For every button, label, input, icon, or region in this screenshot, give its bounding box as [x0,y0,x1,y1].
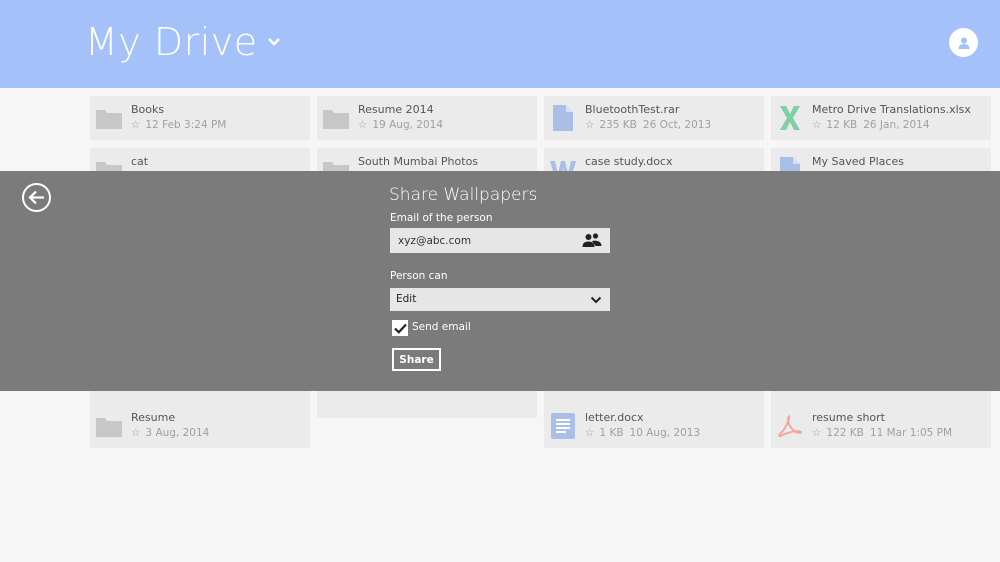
file-tile[interactable]: BluetoothTest.rar ☆ 235 KB 26 Oct, 2013 [544,96,764,140]
share-button[interactable]: Share [392,348,441,371]
file-tile[interactable]: letter.docx ☆ 1 KB 10 Aug, 2013 [544,404,764,448]
file-tile[interactable]: Resume 2014 ☆ 19 Aug, 2014 [317,96,537,140]
share-dialog: Share Wallpapers Email of the person Per… [0,171,1000,391]
file-name: South Mumbai Photos [358,155,479,168]
file-tile[interactable]: Books ☆ 12 Feb 3:24 PM [90,96,310,140]
contacts-icon[interactable] [582,232,602,248]
star-icon[interactable]: ☆ [812,427,821,439]
permission-select[interactable]: Edit [390,288,610,311]
user-icon [958,37,969,49]
file-name: Resume 2014 [358,103,434,116]
star-icon[interactable]: ☆ [812,119,821,131]
user-avatar[interactable] [949,28,978,57]
file-meta: ☆ 12 Feb 3:24 PM [131,119,227,131]
email-input[interactable] [390,228,610,253]
send-email-checkbox[interactable] [392,320,408,336]
file-name: cat [131,155,149,168]
star-icon[interactable]: ☆ [585,119,594,131]
back-arrow-icon [28,190,44,205]
file-name: resume short [812,411,885,424]
file-name: Resume [131,411,176,424]
file-meta: ☆ 3 Aug, 2014 [131,427,210,439]
permission-value: Edit [396,293,417,305]
folder-icon [96,105,122,131]
file-name: Books [131,103,165,116]
file-name: letter.docx [585,411,644,424]
folder-icon [323,105,349,131]
file-meta: ☆ 122 KB 11 Mar 1:05 PM [812,427,953,439]
back-button[interactable] [22,183,51,212]
send-email-label[interactable]: Send email [412,321,471,333]
file-meta: ☆ 1 KB 10 Aug, 2013 [585,427,701,439]
star-icon[interactable]: ☆ [131,119,140,131]
file-tile[interactable]: Resume ☆ 3 Aug, 2014 [90,404,310,448]
file-meta: ☆ 12 KB 26 Jan, 2014 [812,119,930,131]
star-icon[interactable]: ☆ [131,427,140,439]
page-title: My Drive [85,20,258,64]
dialog-title: Share Wallpapers [389,185,538,205]
file-name: BluetoothTest.rar [585,103,680,116]
file-meta: ☆ 19 Aug, 2014 [358,119,444,131]
file-meta: ☆ 235 KB 26 Oct, 2013 [585,119,712,131]
checkmark-icon [393,323,407,334]
email-label: Email of the person [390,212,493,224]
app-header: My Drive [0,0,1000,88]
file-name: Metro Drive Translations.xlsx [812,103,971,116]
chevron-down-icon [267,38,280,46]
chevron-down-icon [590,296,602,304]
text-document-icon [550,413,576,439]
file-tile[interactable]: resume short ☆ 122 KB 11 Mar 1:05 PM [771,404,991,448]
file-tile[interactable]: Metro Drive Translations.xlsx ☆ 12 KB 26 J… [771,96,991,140]
pdf-icon [777,413,803,439]
excel-icon [777,105,803,131]
permission-label: Person can [390,270,448,282]
star-icon[interactable]: ☆ [358,119,367,131]
star-icon[interactable]: ☆ [585,427,594,439]
document-icon [550,105,576,131]
file-name: case study.docx [585,155,673,168]
drive-title-dropdown[interactable]: My Drive [85,20,282,64]
folder-icon [96,413,122,439]
file-name: My Saved Places [812,155,904,168]
